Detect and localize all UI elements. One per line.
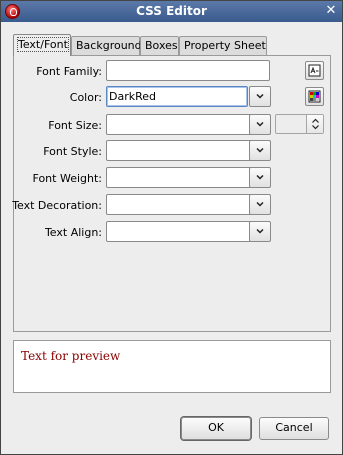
text-align-row: Text Align:	[1, 222, 102, 244]
chevron-down-icon	[256, 93, 264, 99]
color-input[interactable]	[107, 87, 247, 106]
tab-property-sheet[interactable]: Property Sheet	[179, 36, 267, 55]
font-style-combo[interactable]	[106, 140, 270, 161]
font-family-field[interactable]	[106, 60, 270, 81]
tab-label: Property Sheet	[184, 39, 266, 52]
font-family-row: Font Family:	[1, 61, 102, 83]
color-picker-icon	[308, 90, 321, 103]
spinner-button[interactable]	[306, 115, 323, 133]
font-weight-combo[interactable]	[106, 167, 270, 188]
font-size-spinner[interactable]	[275, 114, 324, 134]
tab-text-font[interactable]: Text/Font	[13, 34, 71, 56]
chevron-down-icon	[256, 174, 264, 180]
chevron-down-icon	[256, 147, 264, 153]
window-title: CSS Editor	[136, 4, 207, 18]
text-align-dropdown-button[interactable]	[249, 221, 271, 242]
preview-text: Text for preview	[21, 349, 121, 363]
tab-boxes[interactable]: Boxes	[140, 36, 179, 55]
ok-button[interactable]: OK	[181, 417, 251, 440]
color-field[interactable]	[106, 86, 248, 107]
font-size-label: Font Size:	[48, 119, 102, 132]
font-picker-button[interactable]	[305, 61, 324, 80]
color-label: Color:	[69, 91, 102, 104]
font-weight-row: Font Weight:	[1, 168, 102, 190]
tab-label: Text/Font	[17, 37, 69, 52]
font-size-row: Font Size:	[1, 115, 102, 137]
chevron-down-icon	[256, 121, 264, 127]
text-decoration-dropdown-button[interactable]	[249, 194, 271, 215]
tab-label: Boxes	[145, 39, 178, 52]
text-decoration-combo[interactable]	[106, 194, 270, 215]
text-decoration-label: Text Decoration:	[12, 199, 102, 212]
font-style-label: Font Style:	[43, 145, 102, 158]
css-editor-window: CSS Editor ✕ Text/Font Background Boxes …	[0, 0, 343, 455]
cancel-button[interactable]: Cancel	[259, 417, 329, 440]
font-size-dropdown-button[interactable]	[249, 114, 271, 135]
text-align-combo[interactable]	[106, 221, 270, 242]
chevron-down-icon	[256, 228, 264, 234]
chevron-down-icon	[256, 201, 264, 207]
color-picker-button[interactable]	[305, 87, 324, 106]
font-weight-label: Font Weight:	[32, 172, 102, 185]
font-size-combo[interactable]	[106, 114, 270, 135]
tab-background[interactable]: Background	[71, 36, 142, 55]
font-family-label: Font Family:	[36, 65, 102, 78]
font-style-row: Font Style:	[1, 141, 102, 163]
font-family-input[interactable]	[107, 61, 269, 80]
close-icon[interactable]: ✕	[323, 3, 339, 19]
title-bar: CSS Editor ✕	[1, 1, 342, 22]
color-dropdown-button[interactable]	[249, 86, 271, 107]
tab-label: Background	[76, 39, 142, 52]
font-picker-icon	[308, 64, 321, 77]
text-align-label: Text Align:	[44, 226, 102, 239]
color-row: Color:	[1, 87, 102, 109]
preview-area: Text for preview	[13, 340, 331, 393]
spinner-arrows-icon	[312, 118, 319, 130]
font-style-dropdown-button[interactable]	[249, 140, 271, 161]
text-decoration-row: Text Decoration:	[1, 195, 102, 217]
font-weight-dropdown-button[interactable]	[249, 167, 271, 188]
